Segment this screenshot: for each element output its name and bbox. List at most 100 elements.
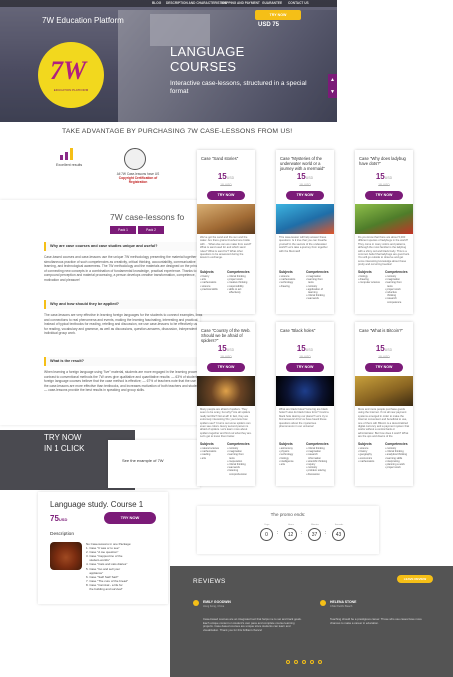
case-card[interactable]: Case "Country of the Web. Should we be a… (197, 322, 255, 486)
page: BLOG DESCRIPTION AND CHARACTERISTICS SHI… (0, 0, 453, 677)
competencies-label: Competencies (385, 270, 408, 274)
try-now-title: TRY NOW IN 1 CLICK (44, 432, 84, 454)
subjects-list: • biology • drawing • computer science (358, 275, 380, 285)
leave-review-button[interactable]: LEAVE REVIEW (397, 575, 433, 583)
case-card[interactable]: Case "Black holes" 15USD 18 USD TRY NOW What… (276, 322, 334, 486)
course-image (50, 542, 82, 570)
case-price: 15USD (375, 344, 393, 353)
try-now-button[interactable]: TRY NOW (286, 363, 324, 372)
case-image (276, 204, 334, 234)
competencies-label: Competencies (385, 442, 408, 446)
copyright-note: All 7W Case-lessons have US Copyright Ce… (108, 172, 168, 184)
competencies-list: • critical thinking • imagination • rese… (306, 447, 328, 476)
try-now-button[interactable]: TRY NOW (207, 363, 245, 372)
case-image (197, 376, 255, 406)
pagination-dot[interactable] (294, 660, 298, 664)
timer-days-label: Days (264, 524, 270, 526)
subjects-list: • science • mathematics • technology • d… (279, 275, 296, 288)
logo-subtitle: EDUCATION PLATFORM (53, 88, 89, 92)
reviewer-location-2: Chile Pacific Beach (330, 605, 353, 608)
case-price: 15USD (375, 172, 393, 181)
competencies-label: Competencies (306, 270, 329, 274)
logo[interactable]: 7W EDUCATION PLATFORM (38, 42, 104, 108)
nav-item-blog[interactable]: BLOG (152, 1, 161, 5)
subjects-list: • history • arts • mathematics • science… (200, 275, 218, 291)
pagination-dot[interactable] (318, 660, 322, 664)
case-title: Case "What is Bitcoin?" (359, 328, 403, 333)
nav-item-shipping[interactable]: SHIPPING AND PAYMENT (221, 1, 260, 5)
course-price: 75USD (50, 514, 68, 523)
try-now-button[interactable]: TRY NOW (286, 191, 324, 200)
competencies-label: Competencies (306, 442, 329, 446)
logo-mark: 7W (50, 56, 87, 85)
sample-link[interactable]: See the example of 7W (122, 458, 164, 463)
hero-title: LANGUAGE COURSES (170, 44, 245, 74)
try-now-button[interactable]: TRY NOW (207, 191, 245, 200)
pagination-dot[interactable] (302, 660, 306, 664)
case-description: Do you know that there are about 5,000 d… (358, 236, 410, 266)
case-title: Case "Why does ladybug have dots?" (359, 156, 406, 166)
competencies-list: • curiosity • imagination • learning fro… (385, 275, 402, 304)
answer-result: When learning a foreign language using "… (44, 370, 204, 393)
reviewer-name-2: HELENA STONE (330, 600, 357, 604)
case-old-price: 18 USD (220, 355, 232, 359)
timer-days: 0 (260, 528, 273, 541)
copyright-line-3: Registration (128, 180, 148, 184)
competencies-list: • imagination • learning from texts • cu… (306, 275, 325, 301)
question-result[interactable]: What is the result? (44, 357, 204, 366)
pagination-dot[interactable] (310, 660, 314, 664)
chevron-down-icon[interactable]: ▼ (328, 86, 337, 98)
answer-apply: The case-lessons are very effective in l… (44, 313, 204, 336)
case-price: 15USD (217, 172, 235, 181)
case-card[interactable]: Case "Sand stories" 15USD 18 USD TRY NOW We'… (197, 150, 255, 314)
case-card[interactable]: Case "Why does ladybug have dots?" 15USD 1… (355, 150, 413, 314)
tab-pack-2[interactable]: Pack 2 (138, 226, 164, 234)
case-description: Many people are afraid of spiders. They … (200, 408, 252, 438)
try-now-button[interactable]: TRY NOW (365, 363, 403, 372)
question-unique[interactable]: Why are case courses and case studies un… (44, 242, 204, 251)
pagination-dot[interactable] (286, 660, 290, 664)
try-now-header-button[interactable]: TRY NOW (255, 10, 301, 20)
answer-unique: Case-based courses and case-lessons use … (44, 255, 204, 282)
sample-box[interactable] (108, 440, 200, 488)
try-now-button[interactable]: TRY NOW (365, 191, 403, 200)
case-title: Case "Sand stories" (201, 156, 239, 161)
competencies-list: • curiosity • critical thinking • analyt… (385, 447, 408, 470)
reviewer-location-1: Hong Kong, China (203, 605, 225, 608)
tab-pack-1[interactable]: Pack 1 (110, 226, 136, 234)
case-image (355, 376, 413, 406)
try-now-line-2: IN 1 CLICK (44, 444, 85, 453)
timer-hours: 12 (284, 528, 297, 541)
nav-item-description[interactable]: DESCRIPTION AND CHARACTERISTICS (166, 1, 227, 5)
chevron-up-icon[interactable]: ▲ (328, 74, 337, 86)
timer-minutes: 37 (308, 528, 321, 541)
course-title: Language study. Course 1 (50, 500, 144, 509)
case-card[interactable]: Case "What is Bitcoin?" 15USD 18 USD TRY NO… (355, 322, 413, 486)
reviewer-name-1: EMILY GOODWIN (203, 600, 231, 604)
case-price: 15USD (296, 172, 314, 181)
subjects-label: Subjects (358, 270, 372, 274)
case-image (276, 376, 334, 406)
bar-chart-icon (60, 148, 76, 160)
case-image (355, 204, 413, 234)
hero-subtitle: Interactive case-lessons, structured in … (170, 80, 307, 95)
course-try-now-button[interactable]: TRY NOW (104, 512, 156, 524)
slider-arrows: ▲ ▼ (328, 74, 337, 98)
case-old-price: 18 USD (299, 355, 311, 359)
brand-name: 7W Education Platform (42, 16, 124, 25)
competencies-list: • critical thinking • project work • cre… (227, 275, 248, 295)
nav-item-guarantee[interactable]: GUARANTEE (262, 1, 282, 5)
timer-seconds: 43 (332, 528, 345, 541)
timer-hours-label: Hours (288, 524, 294, 526)
case-card[interactable]: Case "Mysteries of the underwater world … (276, 150, 334, 314)
competencies-list: • curiosity • imagination • learning fro… (227, 447, 247, 476)
question-apply[interactable]: Why and how should they be applied? (44, 300, 204, 309)
avatar (320, 600, 326, 606)
case-description: We've got the sand and the sun and the w… (200, 236, 252, 260)
try-now-line-1: TRY NOW (44, 433, 82, 442)
subjects-label: Subjects (279, 442, 293, 446)
case-title: Case "Country of the Web. Should we be a… (201, 328, 251, 343)
competencies-label: Competencies (227, 270, 250, 274)
nav-item-contact[interactable]: CONTACT US (288, 1, 309, 5)
case-old-price: 18 USD (220, 183, 232, 187)
